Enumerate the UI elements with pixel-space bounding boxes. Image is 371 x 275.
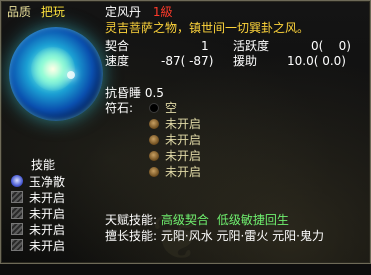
empty-slot-icon — [149, 103, 159, 113]
rune-slot-text: 未开启 — [165, 117, 202, 131]
locked-slot-icon — [149, 119, 159, 129]
rune-slot[interactable]: 未开启 — [149, 117, 201, 131]
expert-skills: 擅长技能: 元阳·风水 元阳·雷火 元阳·鬼力 — [105, 229, 369, 243]
talent-value: 高级契合 — [160, 213, 209, 227]
skill-name: 未开启 — [29, 207, 66, 221]
rune-slot[interactable]: 未开启 — [149, 165, 201, 179]
item-name-row: 定风丹 1級 — [105, 5, 172, 19]
stat-label-speed: 速度 — [105, 54, 130, 68]
item-description: 灵吉菩萨之物，镇世间一切巽卦之风。 — [105, 21, 310, 35]
skill-item[interactable]: 未开启 — [11, 239, 65, 253]
skill-item[interactable]: 玉净散 — [11, 175, 65, 189]
skill-item[interactable]: 未开启 — [11, 191, 65, 205]
skill-name: 未开启 — [29, 223, 66, 237]
stat-value-speed: -87( -87) — [161, 54, 214, 68]
talent-value: 低级敏捷回生 — [216, 213, 289, 227]
skill-active-icon — [11, 175, 23, 187]
rune-slot-text: 空 — [165, 101, 178, 115]
locked-slot-icon — [149, 167, 159, 177]
skill-name: 未开启 — [29, 191, 66, 205]
talent-skills: 天赋技能: 高级契合 低级敏捷回生 — [105, 213, 297, 227]
skill-locked-icon — [11, 239, 23, 251]
rune-slot-text: 未开启 — [165, 149, 202, 163]
stat-label-assist: 援助 — [233, 54, 258, 68]
rune-label: 符石: — [105, 101, 134, 115]
stat-value-activity: 0( 0) — [311, 39, 351, 53]
talent-label: 天赋技能: — [105, 213, 158, 227]
item-tooltip: ❦ 品质 把玩 定风丹 1級 灵吉菩萨之物，镇世间一切巽卦之风。 契合 1 活跃… — [0, 0, 371, 275]
quality-value: 把玩 — [40, 5, 65, 19]
orb-core-glow — [31, 47, 75, 91]
skill-item[interactable]: 未开启 — [11, 207, 65, 221]
rune-slot[interactable]: 空 — [149, 101, 177, 115]
resist-sleep: 抗昏睡 0.5 — [105, 86, 164, 100]
rune-slot[interactable]: 未开启 — [149, 133, 201, 147]
skill-item[interactable]: 未开启 — [11, 223, 65, 237]
orb-glint — [67, 71, 75, 79]
stat-label-activity: 活跃度 — [233, 39, 270, 53]
quality-row: 品质 把玩 — [7, 5, 65, 19]
skills-title: 技能 — [31, 158, 56, 172]
item-orb-icon — [9, 27, 103, 121]
stat-value-fit: 1 — [201, 39, 209, 53]
expert-value: 元阳·风水 元阳·雷火 元阳·鬼力 — [160, 229, 324, 243]
locked-slot-icon — [149, 135, 159, 145]
locked-slot-icon — [149, 151, 159, 161]
skill-locked-icon — [11, 207, 23, 219]
skill-name: 未开启 — [29, 239, 66, 253]
quality-label: 品质 — [7, 5, 32, 19]
stat-value-assist: 10.0( 0.0) — [287, 54, 346, 68]
rune-slot-text: 未开启 — [165, 165, 202, 179]
skill-name: 玉净散 — [29, 175, 66, 189]
item-level: 1級 — [152, 5, 173, 19]
skill-locked-icon — [11, 191, 23, 203]
skill-locked-icon — [11, 223, 23, 235]
stat-label-fit: 契合 — [105, 39, 130, 53]
rune-slot-text: 未开启 — [165, 133, 202, 147]
item-name: 定风丹 — [105, 5, 142, 19]
expert-label: 擅长技能: — [105, 229, 158, 243]
rune-slot[interactable]: 未开启 — [149, 149, 201, 163]
